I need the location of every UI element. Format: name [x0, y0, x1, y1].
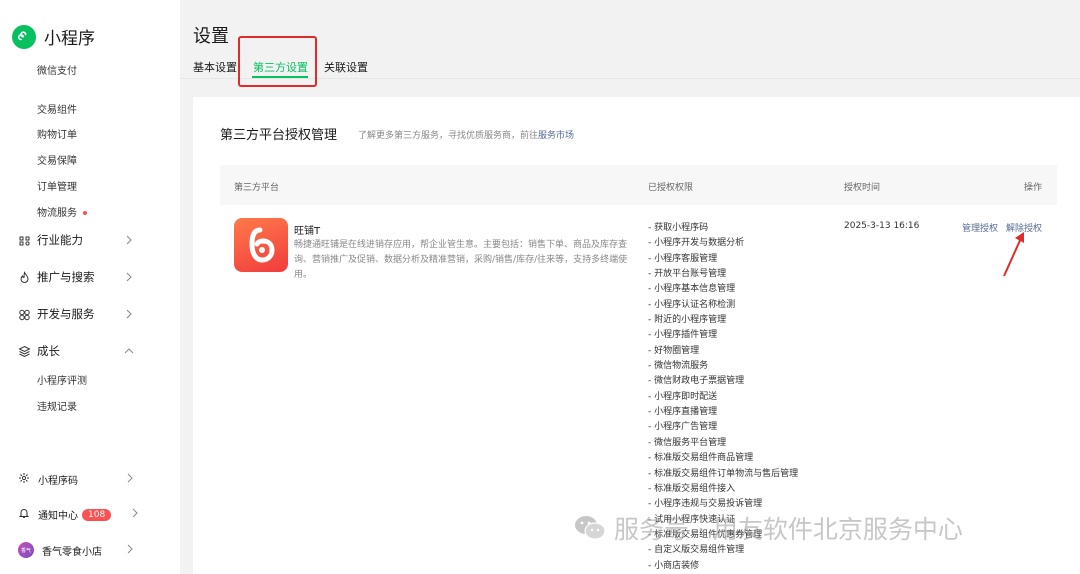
develop-icon — [18, 308, 31, 321]
sidebar-item-account[interactable]: 香气 香气零食小店 — [18, 542, 134, 558]
section-title: 第三方平台授权管理 — [220, 128, 338, 143]
watermark-text: 服务号 · 用友软件北京服务中心 — [614, 515, 963, 544]
column-header-platform: 第三方平台 — [234, 183, 280, 193]
app-description: 畅捷通旺铺是在线进销存应用，帮企业管生意。主要包括：销售下单、商品及库存查询、营… — [294, 240, 628, 280]
sidebar-item-wechat-pay[interactable]: 微信支付 — [37, 62, 77, 77]
annotation-arrow-icon — [1003, 232, 1024, 277]
sidebar-group-industry[interactable]: 行业能力 — [18, 232, 134, 248]
sidebar-group-label: 开发与服务 — [37, 307, 95, 321]
tab-highlight-annotation — [238, 36, 317, 87]
avatar: 香气 — [18, 542, 34, 558]
industry-icon — [18, 234, 31, 247]
permission-item: - 标准版交易组件订单物流与售后管理 — [648, 468, 799, 479]
app-name: 旺铺T — [294, 226, 321, 237]
sidebar-item-violation-records[interactable]: 违规记录 — [37, 398, 77, 413]
manage-authorization-link[interactable]: 管理授权 — [962, 221, 998, 234]
permission-item: - 小程序即时配送 — [648, 391, 718, 402]
chevron-right-icon — [124, 309, 134, 319]
sidebar: 小程序 微信支付 交易组件 购物订单 交易保障 订单管理 物流服务 行业能力 推… — [0, 0, 180, 574]
watermark: 服务号 · 用友软件北京服务中心 — [574, 510, 963, 546]
service-market-link[interactable]: 服务市场 — [538, 131, 574, 141]
chevron-right-icon — [131, 508, 139, 521]
sidebar-group-develop[interactable]: 开发与服务 — [18, 306, 134, 322]
permission-item: - 好物圈管理 — [648, 345, 700, 356]
section-note-text: 了解更多第三方服务，寻找优质服务商，前往 — [358, 131, 539, 141]
permission-item: - 小程序基本信息管理 — [648, 284, 736, 295]
page-title: 设置 — [193, 26, 229, 47]
sidebar-item-evaluation[interactable]: 小程序评测 — [37, 372, 87, 387]
wechat-icon — [575, 516, 606, 540]
permission-item: - 标准版交易组件接入 — [648, 483, 736, 494]
chevron-right-icon — [124, 235, 134, 245]
permission-item: - 开放平台账号管理 — [648, 269, 727, 280]
permission-item: - 微信财政电子票据管理 — [648, 376, 745, 387]
notification-count-badge: 108 — [82, 508, 112, 521]
permission-item: - 小程序插件管理 — [648, 330, 718, 341]
sidebar-item-trade-guarantee[interactable]: 交易保障 — [37, 152, 77, 167]
chevron-right-icon — [126, 473, 134, 486]
chevron-up-icon — [124, 346, 134, 356]
sidebar-group-label: 成长 — [37, 344, 60, 358]
sidebar-group-label: 推广与搜索 — [37, 270, 95, 284]
permission-item: - 微信服务平台管理 — [648, 437, 727, 448]
column-header-auth-time: 授权时间 — [844, 183, 881, 193]
sidebar-item-order-management[interactable]: 订单管理 — [37, 178, 77, 193]
sidebar-group-growth[interactable]: 成长 — [18, 343, 134, 359]
app-logo-icon — [234, 218, 288, 272]
tab-basic-settings[interactable]: 基本设置 — [193, 59, 237, 75]
column-header-actions: 操作 — [1024, 183, 1043, 193]
account-name: 香气零食小店 — [42, 546, 102, 558]
permission-item: - 附近的小程序管理 — [648, 315, 727, 326]
sidebar-item-label: 通知中心 — [38, 511, 78, 522]
sidebar-item-notifications[interactable]: 通知中心 108 — [18, 507, 138, 522]
qrcode-icon — [18, 472, 30, 487]
section-note: 了解更多第三方服务，寻找优质服务商，前往服务市场 — [358, 128, 574, 141]
permission-item: - 小程序认证名称检测 — [648, 299, 736, 310]
table-header — [220, 165, 1057, 205]
sidebar-item-qrcode[interactable]: 小程序码 — [18, 472, 134, 487]
brand-name: 小程序 — [44, 29, 95, 49]
permission-item: - 标准版交易组件商品管理 — [648, 453, 754, 464]
sidebar-group-label: 行业能力 — [37, 233, 83, 247]
column-header-permissions: 已授权权限 — [648, 183, 694, 193]
sidebar-item-trade-component[interactable]: 交易组件 — [37, 101, 77, 116]
permission-item: - 获取小程序码 — [648, 223, 709, 233]
growth-icon — [18, 345, 31, 358]
mini-program-logo-icon — [12, 24, 36, 49]
chevron-right-icon — [124, 272, 134, 282]
promote-icon — [18, 270, 31, 284]
auth-time: 2025-3-13 16:16 — [844, 221, 920, 231]
sidebar-item-label: 小程序码 — [38, 476, 78, 487]
new-dot-icon — [83, 211, 87, 215]
sidebar-item-shopping-orders[interactable]: 购物订单 — [37, 126, 77, 141]
permission-item: - 小程序直播管理 — [648, 407, 718, 418]
permission-item: - 小程序开发与数据分析 — [648, 238, 745, 249]
brand[interactable]: 小程序 — [12, 24, 95, 49]
permission-item: - 小商店装修 — [648, 560, 700, 571]
sidebar-item-label: 物流服务 — [37, 208, 77, 219]
sidebar-group-promote[interactable]: 推广与搜索 — [18, 269, 134, 285]
chevron-right-icon — [126, 544, 134, 557]
permission-item: - 小程序广告管理 — [648, 422, 718, 433]
bell-icon — [18, 507, 30, 522]
permission-item: - 微信物流服务 — [648, 361, 709, 372]
tab-associated-settings[interactable]: 关联设置 — [324, 59, 368, 75]
sidebar-item-logistics[interactable]: 物流服务 — [37, 204, 87, 219]
permission-item: - 小程序客服管理 — [648, 253, 718, 264]
